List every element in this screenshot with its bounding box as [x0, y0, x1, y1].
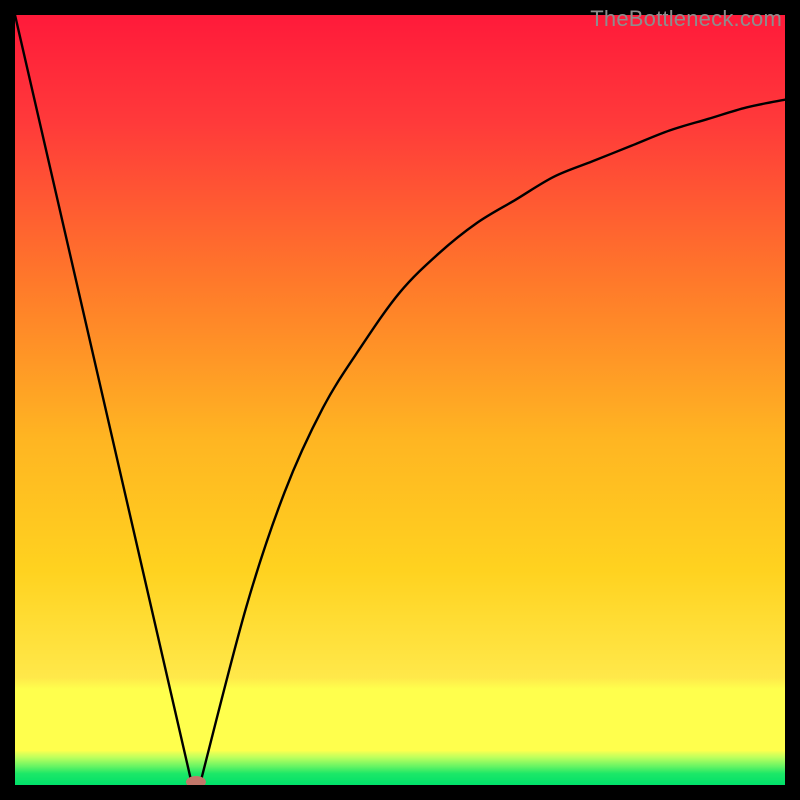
chart-frame — [15, 15, 785, 785]
watermark-text: TheBottleneck.com — [590, 6, 782, 32]
bottleneck-chart — [15, 15, 785, 785]
